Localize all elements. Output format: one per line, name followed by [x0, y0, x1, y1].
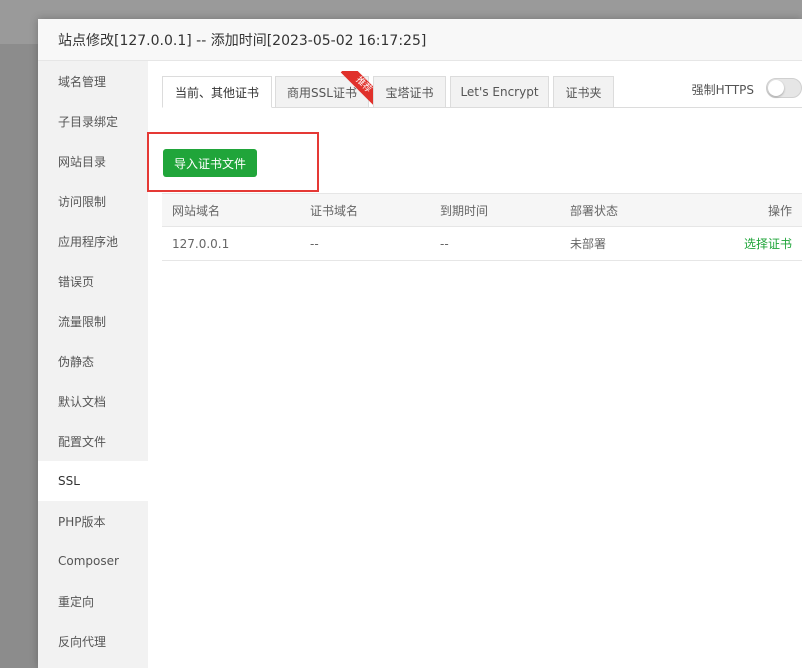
tab-commercial-ssl[interactable]: 商用SSL证书 推荐: [275, 71, 374, 108]
cert-table: 网站域名 证书域名 到期时间 部署状态 操作 127.0.0.1 -- -- 未…: [162, 193, 802, 261]
cell-expiry: --: [440, 236, 449, 251]
ssl-panel: 当前、其他证书 商用SSL证书 推荐 宝塔证书 Let's Encrypt 证书…: [147, 61, 802, 668]
header-actions: 操作: [767, 203, 792, 218]
sidebar-item-rewrite[interactable]: 伪静态: [38, 341, 148, 381]
sidebar-item-php[interactable]: PHP版本: [38, 501, 148, 541]
force-https-label: 强制HTTPS: [691, 83, 754, 97]
sidebar-item-traffic[interactable]: 流量限制: [38, 301, 148, 341]
tab-bt-cert[interactable]: 宝塔证书: [373, 76, 446, 108]
cell-cert-domain: --: [310, 236, 319, 251]
sidebar-item-config[interactable]: 配置文件: [38, 421, 148, 461]
table-header: 网站域名 证书域名 到期时间 部署状态 操作: [162, 193, 802, 227]
header-cert-domain: 证书域名: [310, 203, 359, 218]
sidebar-item-subdir[interactable]: 子目录绑定: [38, 101, 148, 141]
sidebar-item-default-doc[interactable]: 默认文档: [38, 381, 148, 421]
sidebar-item-proxy[interactable]: 反向代理: [38, 621, 148, 661]
force-https-toggle[interactable]: [766, 78, 802, 98]
sidebar-item-site-dir[interactable]: 网站目录: [38, 141, 148, 181]
tab-current-cert[interactable]: 当前、其他证书: [162, 76, 272, 108]
sidebar-item-app-pool[interactable]: 应用程序池: [38, 221, 148, 261]
sidebar-item-composer[interactable]: Composer: [38, 541, 148, 581]
sidebar-item-error-page[interactable]: 错误页: [38, 261, 148, 301]
dialog-title: 站点修改[127.0.0.1] -- 添加时间[2023-05-02 16:17…: [58, 32, 427, 49]
sidebar-item-redirect[interactable]: 重定向: [38, 581, 148, 621]
site-edit-dialog: 站点修改[127.0.0.1] -- 添加时间[2023-05-02 16:17…: [38, 19, 802, 668]
header-deploy-status: 部署状态: [570, 203, 619, 218]
tab-lets-encrypt[interactable]: Let's Encrypt: [450, 76, 549, 108]
sidebar: 域名管理 子目录绑定 网站目录 访问限制 应用程序池 错误页 流量限制 伪静态 …: [38, 61, 148, 668]
sidebar-item-access[interactable]: 访问限制: [38, 181, 148, 221]
toggle-knob: [768, 80, 784, 96]
tab-commercial-ssl-label: 商用SSL证书: [287, 85, 357, 100]
sidebar-item-domain[interactable]: 域名管理: [38, 61, 148, 101]
header-expiry: 到期时间: [440, 203, 489, 218]
table-row: 127.0.0.1 -- -- 未部署 选择证书: [162, 227, 802, 261]
import-cert-button[interactable]: 导入证书文件: [163, 149, 257, 177]
cell-deploy-status: 未部署: [570, 237, 607, 251]
sidebar-item-ssl[interactable]: SSL: [38, 461, 148, 501]
select-cert-link[interactable]: 选择证书: [744, 237, 792, 251]
header-site-domain: 网站域名: [172, 203, 221, 218]
cell-site-domain: 127.0.0.1: [172, 236, 230, 251]
cell-actions: 选择证书: [700, 235, 802, 252]
dialog-header: 站点修改[127.0.0.1] -- 添加时间[2023-05-02 16:17…: [38, 19, 802, 61]
tab-cert-folder[interactable]: 证书夹: [553, 76, 614, 108]
